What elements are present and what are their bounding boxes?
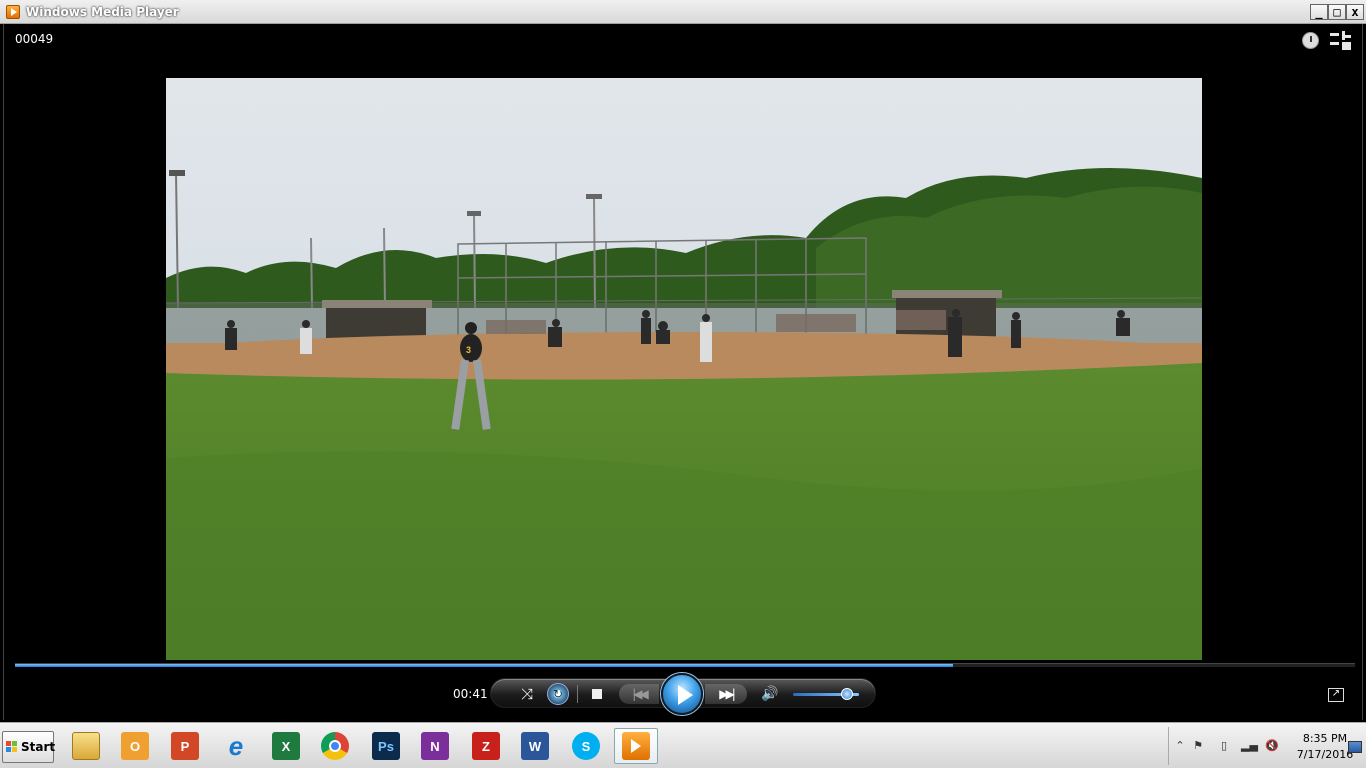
onenote-icon: N <box>421 732 449 760</box>
clock-time[interactable]: 8:35 PM <box>1295 732 1355 745</box>
taskbar-app-filezilla[interactable]: Z <box>464 728 508 764</box>
taskbar-app-onenote[interactable]: N <box>413 728 457 764</box>
seek-bar[interactable] <box>15 663 1355 667</box>
wmp-icon <box>6 5 20 19</box>
wmp-window: Windows Media Player _ □ x 00049 3 00:41… <box>0 0 1366 768</box>
previous-icon[interactable]: |◀◀ <box>619 684 659 704</box>
enhancements-icon[interactable] <box>1302 32 1319 49</box>
battery-icon[interactable]: ▯ <box>1217 739 1231 753</box>
excel-icon: X <box>272 732 300 760</box>
full-screen-icon[interactable]: ↗ <box>1328 688 1344 702</box>
play-icon[interactable] <box>661 673 703 715</box>
video-display[interactable]: 3 <box>166 78 1202 660</box>
internet-explorer-icon: e <box>228 730 244 761</box>
volume-muted-icon[interactable]: 🔇 <box>1265 739 1279 753</box>
taskbar-app-excel[interactable]: X <box>264 728 308 764</box>
taskbar-app-chrome[interactable] <box>313 728 357 764</box>
wmp-icon <box>622 732 650 760</box>
filezilla-icon: Z <box>472 732 500 760</box>
maximize-button[interactable]: □ <box>1328 4 1346 20</box>
next-icon[interactable]: ▶▶| <box>705 684 747 704</box>
windows-logo-icon <box>6 741 18 753</box>
powerpoint-icon: P <box>171 732 199 760</box>
switch-to-library-icon[interactable] <box>1330 31 1352 51</box>
photoshop-icon: Ps <box>372 732 400 760</box>
window-title: Windows Media Player <box>26 5 179 19</box>
now-playing-title: 00049 <box>15 32 54 46</box>
action-center-flag-icon[interactable]: ⚑ <box>1191 739 1205 753</box>
current-time: 00:41 <box>453 687 488 701</box>
start-label: Start <box>21 740 56 754</box>
taskbar-app-powerpoint[interactable]: P <box>163 728 207 764</box>
volume-slider-thumb[interactable] <box>841 688 854 700</box>
taskbar-app-skype[interactable]: S <box>564 728 608 764</box>
word-icon: W <box>521 732 549 760</box>
skype-icon: S <box>572 732 600 760</box>
seek-bar-progress <box>15 664 953 667</box>
taskbar-app-photoshop[interactable]: Ps <box>364 728 408 764</box>
taskbar-app-word[interactable]: W <box>513 728 557 764</box>
show-desktop-button[interactable] <box>1348 741 1362 753</box>
divider <box>577 685 578 703</box>
close-button[interactable]: x <box>1346 4 1364 20</box>
network-signal-icon[interactable]: ▂▄ <box>1241 739 1258 753</box>
system-tray: ⌃ ⚑ ▯ ▂▄ 🔇 8:35 PM 7/17/2016 <box>1168 727 1366 765</box>
repeat-icon[interactable] <box>547 683 569 705</box>
video-frame-baseball: 3 <box>166 78 1202 660</box>
svg-text:3: 3 <box>466 345 471 355</box>
taskbar: Start O P e X Ps N Z W S ⌃ ⚑ ▯ ▂▄ 🔇 8:35… <box>0 722 1366 768</box>
folder-icon <box>72 732 100 760</box>
start-button[interactable]: Start <box>2 731 56 763</box>
player-frame: 00049 3 00:41 ⤨ ↻ |◀◀ ▶▶| 🔊 ↗ <box>3 24 1363 720</box>
title-bar[interactable]: Windows Media Player _ □ x <box>0 0 1366 24</box>
show-hidden-icons-icon[interactable]: ⌃ <box>1173 739 1187 753</box>
speaker-icon[interactable]: 🔊 <box>759 684 781 704</box>
taskbar-app-outlook[interactable]: O <box>113 728 157 764</box>
shuffle-icon[interactable]: ⤨ <box>517 685 537 703</box>
playback-controls: ⤨ |◀◀ ▶▶| 🔊 <box>490 673 876 715</box>
chrome-icon <box>321 732 349 760</box>
taskbar-app-explorer[interactable] <box>64 728 108 764</box>
taskbar-app-windows-media-player[interactable] <box>614 728 658 764</box>
minimize-button[interactable]: _ <box>1310 4 1328 20</box>
taskbar-app-internet-explorer[interactable]: e <box>214 728 258 764</box>
outlook-icon: O <box>121 732 149 760</box>
stop-icon[interactable] <box>589 686 605 702</box>
